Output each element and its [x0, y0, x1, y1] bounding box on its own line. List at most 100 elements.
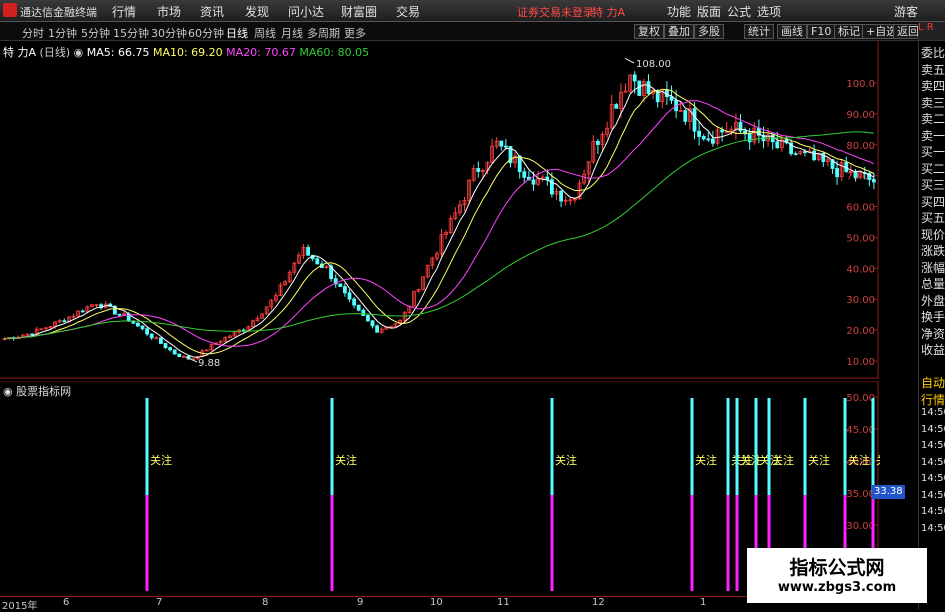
login-status[interactable]: 证券交易未登录: [517, 4, 594, 20]
multi-stock-button[interactable]: 多股: [694, 24, 724, 39]
candle: [71, 313, 76, 319]
draw-button[interactable]: 画线: [777, 24, 807, 39]
quote-panel-label[interactable]: 14:50: [921, 506, 945, 517]
candle: [697, 121, 701, 146]
menu-options[interactable]: 选项: [757, 3, 781, 20]
menu-discover[interactable]: 发现: [245, 3, 269, 20]
period-15min[interactable]: 15分钟: [113, 25, 149, 41]
time-axis-label: 10: [430, 597, 443, 608]
period-30min[interactable]: 30分钟: [151, 25, 187, 41]
quote-panel-label[interactable]: 买三: [921, 176, 945, 193]
menu-market[interactable]: 市场: [157, 3, 181, 20]
period-monthly[interactable]: 月线: [281, 25, 303, 41]
period-more[interactable]: 更多: [344, 25, 366, 41]
menu-wealth[interactable]: 财富圈: [341, 3, 377, 20]
quote-panel-label[interactable]: 14:50: [921, 407, 945, 418]
candle: [140, 325, 145, 331]
quote-panel-label[interactable]: 14:50: [921, 523, 945, 534]
candle: [416, 288, 421, 293]
quote-panel-label[interactable]: 现价: [921, 226, 945, 243]
mark-button[interactable]: 标记: [834, 24, 864, 39]
period-intraday[interactable]: 分时: [22, 25, 44, 41]
candle: [715, 125, 720, 146]
quote-panel-label[interactable]: 卖二: [921, 110, 945, 127]
stats-button[interactable]: 统计: [744, 24, 774, 39]
quote-panel-label[interactable]: 委比: [921, 44, 945, 61]
quote-panel-label[interactable]: 买五: [921, 209, 945, 226]
quote-panel-label[interactable]: 自动: [921, 374, 945, 391]
menu-news[interactable]: 资讯: [200, 3, 224, 20]
candle: [232, 331, 237, 337]
quote-panel-label[interactable]: 行情: [921, 391, 945, 408]
signal-label: 关注: [848, 453, 870, 467]
menu-function[interactable]: 功能: [667, 3, 691, 20]
quote-panel-label[interactable]: 涨幅: [921, 259, 945, 276]
quote-panel-label[interactable]: 卖四: [921, 77, 945, 94]
price-tick-label: 10.00: [846, 357, 875, 368]
quote-panel-label[interactable]: 买一: [921, 143, 945, 160]
candle-body: [117, 313, 122, 316]
candle-body: [678, 110, 683, 112]
candle-body: [632, 74, 637, 82]
low-marker-label: 9.88: [198, 358, 220, 369]
adjust-button[interactable]: 复权: [634, 24, 664, 39]
period-multi[interactable]: 多周期: [307, 25, 340, 41]
quote-panel-label[interactable]: 卖三: [921, 94, 945, 111]
menu-ask[interactable]: 问小达: [288, 3, 324, 20]
menu-layout[interactable]: 版面: [697, 3, 721, 20]
f10-button[interactable]: F10: [807, 24, 836, 39]
quote-side-panel: 委比 卖五 卖四 卖三 卖二 卖一 买一 买二 买三 买四 买五 现价 涨跌 涨幅 总量 外盘 换手 净资 收益自动…: [918, 41, 945, 609]
quote-panel-label[interactable]: 涨跌: [921, 242, 945, 259]
candle-body: [531, 179, 536, 185]
candle: [204, 349, 209, 352]
indicator-tick-label: 50.00: [846, 393, 875, 404]
candle-body: [145, 328, 150, 335]
candle-body: [522, 171, 527, 178]
quote-panel-label[interactable]: 14:50: [921, 473, 945, 484]
guest-link[interactable]: 游客: [894, 3, 918, 20]
menu-trade[interactable]: 交易: [396, 3, 420, 20]
current-indicator-value: 33.38: [872, 485, 905, 499]
candle: [421, 276, 426, 291]
candle: [135, 321, 140, 328]
quote-panel-label[interactable]: 买二: [921, 160, 945, 177]
ma10-line: [4, 88, 875, 355]
quote-panel-label[interactable]: 收益: [921, 341, 945, 358]
candle-body: [706, 138, 711, 141]
quote-panel-label[interactable]: 14:50: [921, 440, 945, 451]
candle: [375, 324, 380, 333]
quote-panel-label[interactable]: 买四: [921, 193, 945, 210]
candle-body: [646, 81, 651, 94]
quote-panel-label[interactable]: 14:50: [921, 490, 945, 501]
quote-panel-label[interactable]: 换手: [921, 308, 945, 325]
candle: [568, 197, 573, 206]
quote-panel-label[interactable]: 净资: [921, 325, 945, 342]
overlay-button[interactable]: 叠加: [664, 24, 694, 39]
candle: [683, 109, 688, 125]
quote-panel-label[interactable]: 卖五: [921, 61, 945, 78]
quote-panel-label[interactable]: 总量: [921, 275, 945, 292]
indicator-tick-label: 45.00: [846, 425, 875, 436]
candle: [425, 264, 430, 279]
candle: [241, 328, 246, 333]
menu-formula[interactable]: 公式: [727, 3, 751, 20]
period-1min[interactable]: 1分钟: [48, 25, 77, 41]
quote-panel-label[interactable]: 14:50: [921, 424, 945, 435]
candle: [701, 134, 706, 141]
candle: [453, 207, 458, 221]
period-weekly[interactable]: 周线: [254, 25, 276, 41]
quote-panel-label[interactable]: 14:50: [921, 457, 945, 468]
period-60min[interactable]: 60分钟: [188, 25, 224, 41]
candle: [711, 130, 715, 147]
price-tick-label: 60.00: [846, 203, 875, 214]
quote-panel-label[interactable]: 外盘: [921, 292, 945, 309]
signal-bar: 关注: [550, 398, 577, 591]
quote-panel-label[interactable]: 卖一: [921, 127, 945, 144]
menu-quotes[interactable]: 行情: [112, 3, 136, 20]
price-chart[interactable]: 100.090.0080.0070.0060.0050.0040.0030.00…: [0, 41, 880, 379]
period-daily[interactable]: 日线: [226, 25, 248, 41]
candle-body: [177, 353, 182, 358]
period-5min[interactable]: 5分钟: [81, 25, 110, 41]
candle: [844, 156, 849, 173]
candle-body: [158, 337, 163, 344]
